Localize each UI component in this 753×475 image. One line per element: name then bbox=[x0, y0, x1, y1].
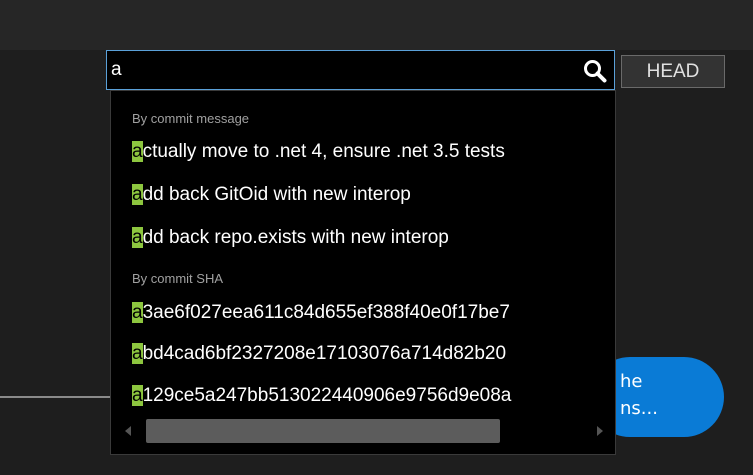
section-title-commit-message: By commit message bbox=[132, 111, 250, 126]
suggestion-item[interactable]: a129ce5a247bb513022440906e9756d9e08a bbox=[132, 383, 612, 409]
commit-search-box[interactable] bbox=[106, 50, 615, 90]
match-highlight: a bbox=[132, 302, 143, 323]
suggestion-item[interactable]: a3ae6f027eea611c84d655ef388f40e0f17be7 bbox=[132, 300, 612, 326]
suggestion-text: dd back repo.exists with new interop bbox=[142, 227, 449, 248]
suggestion-item[interactable]: abd4cad6bf2327208e17103076a714d82b20 bbox=[132, 341, 612, 367]
suggestion-text: bd4cad6bf2327208e17103076a714d82b20 bbox=[142, 343, 507, 364]
search-icon[interactable] bbox=[582, 58, 608, 84]
graph-branch-line bbox=[0, 396, 110, 398]
suggestion-item[interactable]: add back GitOid with new interop bbox=[132, 182, 612, 208]
commit-bubble-text-2: ns... bbox=[620, 398, 658, 419]
search-suggestions-dropdown: By commit message actually move to .net … bbox=[110, 90, 616, 455]
suggestion-text: ctually move to .net 4, ensure .net 3.5 … bbox=[142, 141, 505, 162]
chevron-right-icon[interactable] bbox=[597, 426, 603, 436]
scrollbar-thumb[interactable] bbox=[146, 419, 500, 443]
horizontal-scrollbar[interactable] bbox=[123, 417, 605, 443]
commit-bubble-pointer bbox=[712, 386, 722, 402]
suggestion-item[interactable]: actually move to .net 4, ensure .net 3.5… bbox=[132, 139, 612, 165]
section-title-commit-sha: By commit SHA bbox=[132, 271, 224, 286]
chevron-left-icon[interactable] bbox=[125, 426, 131, 436]
match-highlight: a bbox=[132, 385, 143, 406]
match-highlight: a bbox=[132, 141, 143, 162]
top-toolbar bbox=[0, 0, 753, 50]
match-highlight: a bbox=[132, 343, 143, 364]
suggestion-item[interactable]: add back repo.exists with new interop bbox=[132, 225, 612, 251]
commit-bubble-text-1: he bbox=[620, 371, 643, 392]
head-button[interactable]: HEAD bbox=[621, 55, 725, 88]
match-highlight: a bbox=[132, 227, 143, 248]
match-highlight: a bbox=[132, 184, 143, 205]
search-input[interactable] bbox=[111, 55, 571, 85]
suggestion-text: 3ae6f027eea611c84d655ef388f40e0f17be7 bbox=[142, 302, 510, 323]
suggestion-text: 129ce5a247bb513022440906e9756d9e08a bbox=[142, 385, 512, 406]
suggestion-text: dd back GitOid with new interop bbox=[142, 184, 411, 205]
